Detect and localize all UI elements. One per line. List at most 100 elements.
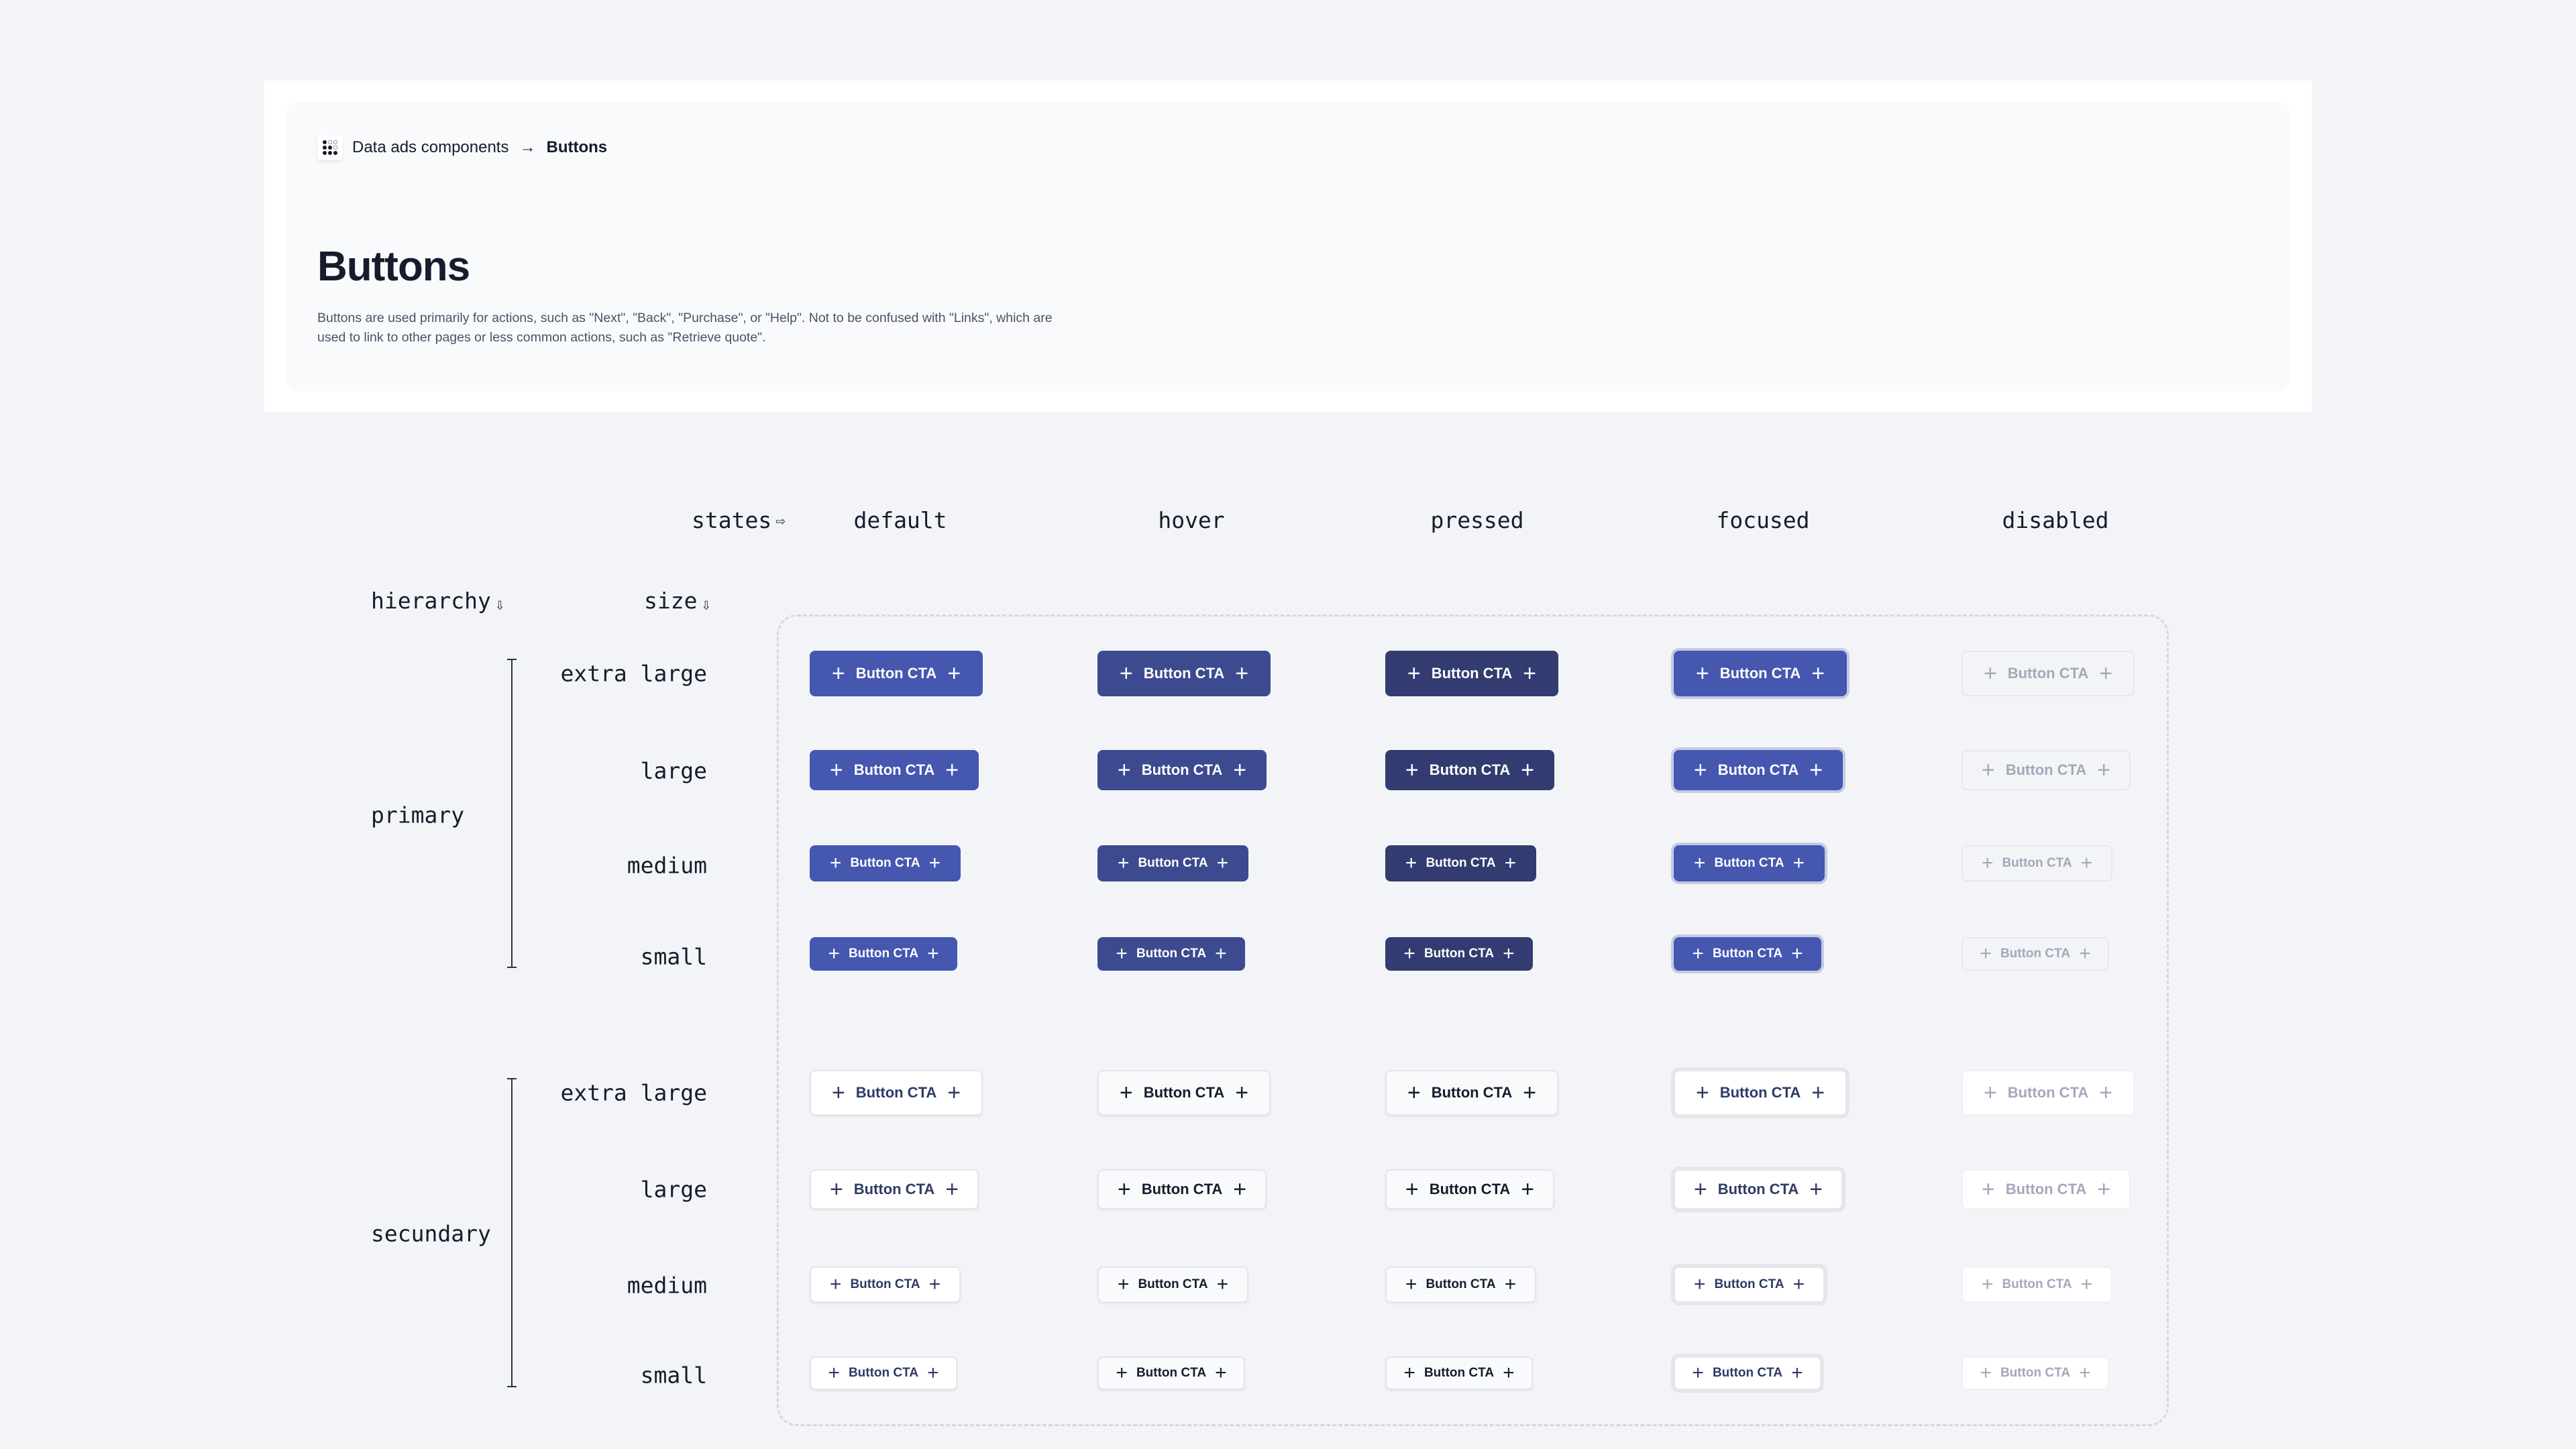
plus-icon: +: [1981, 1177, 1995, 1202]
button-label: Button CTA: [1143, 1084, 1225, 1101]
button-label: Button CTA: [1424, 947, 1495, 961]
plus-icon: +: [1504, 1273, 1517, 1295]
secondary-lg-hover-button[interactable]: + Button CTA +: [1097, 1169, 1267, 1210]
primary-lg-default-button[interactable]: + Button CTA +: [810, 750, 979, 790]
secondary-md-default-button[interactable]: + Button CTA +: [810, 1267, 961, 1303]
size-label-primary-sm: small: [640, 943, 707, 970]
secondary-xl-pressed-button[interactable]: + Button CTA +: [1385, 1070, 1558, 1116]
primary-xl-pressed-button[interactable]: + Button CTA +: [1385, 651, 1558, 696]
primary-md-pressed-button[interactable]: + Button CTA +: [1385, 845, 1536, 881]
secondary-md-hover-button[interactable]: + Button CTA +: [1097, 1267, 1248, 1303]
button-label: Button CTA: [1136, 1366, 1207, 1380]
plus-icon: +: [1117, 852, 1130, 874]
plus-icon: +: [1693, 1177, 1707, 1202]
state-header-pressed: pressed: [1430, 507, 1524, 533]
button-label: Button CTA: [1714, 1277, 1784, 1291]
plus-icon: +: [1116, 943, 1128, 965]
states-axis-label: states ⇨: [692, 507, 786, 533]
primary-lg-hover-button[interactable]: + Button CTA +: [1097, 750, 1267, 790]
primary-sm-hover-button[interactable]: + Button CTA +: [1097, 937, 1245, 971]
secondary-sm-pressed-button[interactable]: + Button CTA +: [1385, 1356, 1533, 1390]
secondary-xl-hover-button[interactable]: + Button CTA +: [1097, 1070, 1271, 1116]
primary-md-hover-button[interactable]: + Button CTA +: [1097, 845, 1248, 881]
secondary-sm-hover-button[interactable]: + Button CTA +: [1097, 1356, 1245, 1390]
primary-sm-focused-button[interactable]: + Button CTA +: [1674, 937, 1821, 971]
plus-icon: +: [945, 757, 959, 783]
button-label: Button CTA: [1717, 761, 1799, 778]
plus-icon: +: [1981, 757, 1995, 783]
plus-icon: +: [1981, 852, 1994, 874]
plus-icon: +: [1695, 661, 1709, 686]
button-label: Button CTA: [848, 1366, 919, 1380]
plus-icon: +: [2080, 1273, 2093, 1295]
button-label: Button CTA: [1141, 1181, 1223, 1197]
plus-icon: +: [947, 661, 961, 686]
button-label: Button CTA: [2007, 665, 2089, 682]
size-label-secondary-md: medium: [627, 1272, 707, 1299]
button-label: Button CTA: [1426, 1277, 1496, 1291]
plus-icon: +: [1983, 661, 1997, 686]
primary-sm-pressed-button[interactable]: + Button CTA +: [1385, 937, 1533, 971]
secondary-md-pressed-button[interactable]: + Button CTA +: [1385, 1267, 1536, 1303]
secondary-sm-focused-button[interactable]: + Button CTA +: [1674, 1356, 1821, 1390]
plus-icon: +: [1117, 757, 1131, 783]
plus-icon: +: [1117, 1273, 1130, 1295]
button-label: Button CTA: [853, 1181, 935, 1197]
button-label: Button CTA: [2000, 1366, 2071, 1380]
secondary-xl-focused-button[interactable]: + Button CTA +: [1674, 1070, 1847, 1116]
secondary-lg-pressed-button[interactable]: + Button CTA +: [1385, 1169, 1554, 1210]
plus-icon: +: [829, 852, 842, 874]
plus-icon: +: [1407, 661, 1421, 686]
button-label: Button CTA: [1138, 856, 1208, 870]
secondary-xl-default-button[interactable]: + Button CTA +: [810, 1070, 983, 1116]
plus-icon: +: [1523, 1080, 1537, 1106]
secondary-lg-focused-button[interactable]: + Button CTA +: [1674, 1169, 1843, 1210]
button-label: Button CTA: [2005, 761, 2087, 778]
hierarchy-label-primary: primary: [371, 802, 465, 828]
button-label: Button CTA: [1143, 665, 1225, 682]
primary-xl-focused-button[interactable]: + Button CTA +: [1674, 651, 1847, 696]
primary-bracket: [507, 659, 517, 968]
primary-md-default-button[interactable]: + Button CTA +: [810, 845, 961, 881]
state-header-disabled: disabled: [2002, 507, 2109, 533]
plus-icon: +: [1405, 757, 1419, 783]
arrow-down-icon: ⇩: [701, 594, 711, 614]
plus-icon: +: [1503, 943, 1515, 965]
button-label: Button CTA: [1136, 947, 1207, 961]
hierarchy-label-secondary: secundary: [371, 1220, 491, 1247]
size-label-secondary-lg: large: [640, 1176, 707, 1203]
button-label: Button CTA: [855, 665, 937, 682]
size-axis-label: size ⇩: [644, 588, 711, 614]
plus-icon: +: [1695, 1080, 1709, 1106]
plus-icon: +: [831, 661, 845, 686]
plus-icon: +: [1811, 1080, 1825, 1106]
plus-icon: +: [2080, 852, 2093, 874]
primary-lg-focused-button[interactable]: + Button CTA +: [1674, 750, 1843, 790]
secondary-md-focused-button[interactable]: + Button CTA +: [1674, 1267, 1825, 1303]
button-label: Button CTA: [848, 947, 919, 961]
plus-icon: +: [927, 1362, 939, 1384]
plus-icon: +: [1692, 943, 1704, 965]
plus-icon: +: [1521, 757, 1535, 783]
primary-lg-pressed-button[interactable]: + Button CTA +: [1385, 750, 1554, 790]
plus-icon: +: [1811, 661, 1825, 686]
plus-icon: +: [1791, 943, 1803, 965]
plus-icon: +: [829, 1273, 842, 1295]
secondary-sm-disabled-button: + Button CTA +: [1962, 1356, 2109, 1390]
primary-sm-default-button[interactable]: + Button CTA +: [810, 937, 957, 971]
grid-dots-logo-icon[interactable]: [317, 135, 343, 160]
button-label: Button CTA: [1426, 856, 1496, 870]
button-label: Button CTA: [1429, 761, 1511, 778]
plus-icon: +: [1216, 1273, 1229, 1295]
secondary-lg-default-button[interactable]: + Button CTA +: [810, 1169, 979, 1210]
primary-md-focused-button[interactable]: + Button CTA +: [1674, 845, 1825, 881]
breadcrumb-parent[interactable]: Data ads components: [352, 138, 508, 157]
primary-xl-default-button[interactable]: + Button CTA +: [810, 651, 983, 696]
state-header-focused: focused: [1716, 507, 1810, 533]
plus-icon: +: [1503, 1362, 1515, 1384]
size-label: size: [644, 588, 698, 614]
primary-xl-hover-button[interactable]: + Button CTA +: [1097, 651, 1271, 696]
button-label: Button CTA: [2002, 856, 2072, 870]
plus-icon: +: [2079, 1362, 2091, 1384]
secondary-sm-default-button[interactable]: + Button CTA +: [810, 1356, 957, 1390]
